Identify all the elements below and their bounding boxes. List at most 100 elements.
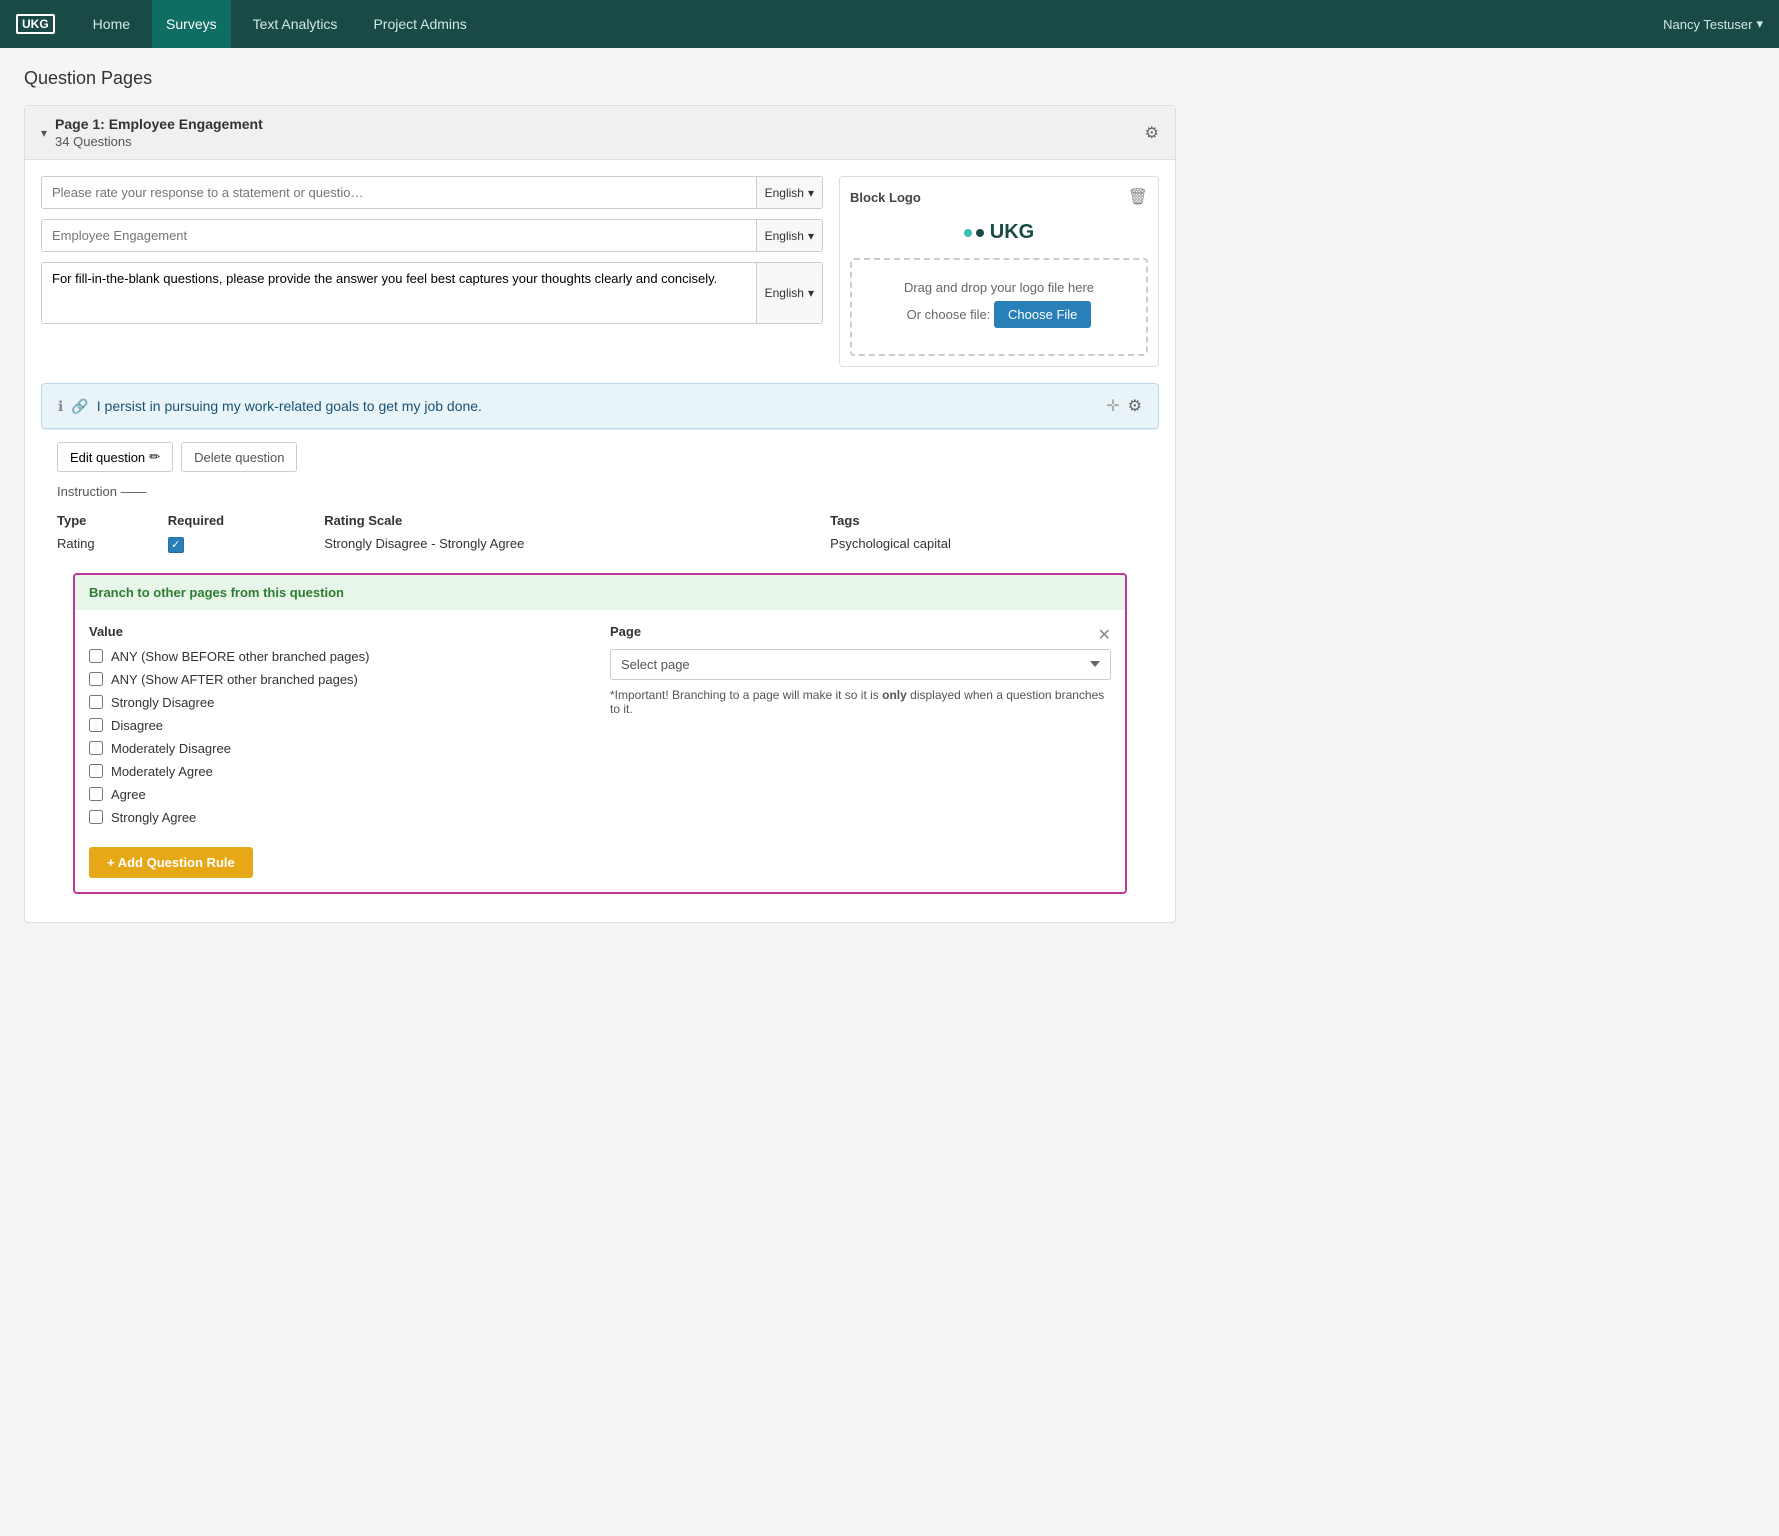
dot-teal [964, 229, 972, 237]
nav-surveys[interactable]: Surveys [152, 0, 231, 48]
page-label: Page 1: Employee Engagement [55, 116, 263, 132]
branch-note-part1: *Important! Branching to a page will mak… [610, 688, 882, 702]
ukg-dots [964, 229, 984, 237]
edit-panel: Edit question ✏ Delete question Instruct… [41, 429, 1159, 922]
branch-option-5: Moderately Agree [89, 764, 590, 779]
branch-option-1: ANY (Show AFTER other branched pages) [89, 672, 590, 687]
tags-col-header: Tags [830, 509, 1143, 532]
lang-label-3: English [765, 286, 804, 300]
navbar: UKG Home Surveys Text Analytics Project … [0, 0, 1779, 48]
branch-option-6: Agree [89, 787, 590, 802]
branch-col-value: Value ANY (Show BEFORE other branched pa… [89, 624, 590, 833]
nav-home[interactable]: Home [79, 0, 144, 48]
user-menu[interactable]: Nancy Testuser ▾ [1663, 16, 1763, 32]
textarea-fillblank[interactable]: For fill-in-the-blank questions, please … [42, 263, 756, 323]
ukg-logo: UKG [856, 221, 1142, 244]
card-header: ▾ Page 1: Employee Engagement 34 Questio… [25, 106, 1175, 160]
textarea-row: For fill-in-the-blank questions, please … [41, 262, 823, 324]
branch-checkbox-7[interactable] [89, 810, 103, 824]
page-select[interactable]: Select page [610, 649, 1111, 680]
lang-select-3[interactable]: English ▾ [756, 263, 822, 323]
nav-text-analytics[interactable]: Text Analytics [239, 0, 352, 48]
block-content: English ▾ English ▾ For fill-in-the-blan… [25, 160, 1175, 383]
branch-option-label-3: Disagree [111, 718, 163, 733]
branch-page-header: Page [610, 624, 641, 639]
branch-option-label-2: Strongly Disagree [111, 695, 214, 710]
logo-block-title: Block Logo [850, 190, 921, 205]
required-col-header: Required [168, 509, 324, 532]
dot-dark [976, 229, 984, 237]
branch-option-0: ANY (Show BEFORE other branched pages) [89, 649, 590, 664]
branch-note: *Important! Branching to a page will mak… [610, 688, 1111, 716]
branch-option-label-1: ANY (Show AFTER other branched pages) [111, 672, 358, 687]
input-row-1: English ▾ [41, 176, 823, 209]
branch-checkbox-4[interactable] [89, 741, 103, 755]
page-title: Question Pages [24, 68, 1176, 89]
edit-buttons: Edit question ✏ Delete question [57, 442, 1143, 472]
required-val: ✓ [168, 532, 324, 557]
required-checkbox[interactable]: ✓ [168, 537, 184, 553]
add-rule-row: + Add Question Rule [89, 847, 1111, 878]
logo-block: Block Logo 🗑 UKG Drag and d [839, 176, 1159, 367]
edit-question-button[interactable]: Edit question ✏ [57, 442, 173, 472]
nav-project-admins[interactable]: Project Admins [359, 0, 480, 48]
branch-checkbox-1[interactable] [89, 672, 103, 686]
drag-text: Drag and drop your logo file here [872, 280, 1126, 295]
lang-select-1[interactable]: English ▾ [756, 177, 822, 208]
branch-col-page: Page ✕ Select page *Important! Branching… [610, 624, 1111, 833]
lang-select-2[interactable]: English ▾ [756, 220, 822, 251]
ukg-text: UKG [990, 221, 1034, 244]
chevron-down-icon: ▾ [1756, 16, 1763, 32]
branch-checkbox-3[interactable] [89, 718, 103, 732]
branch-checkbox-2[interactable] [89, 695, 103, 709]
input-engagement[interactable] [42, 220, 756, 251]
branch-body: Value ANY (Show BEFORE other branched pa… [75, 610, 1125, 892]
question-item: ℹ 🔗 I persist in pursuing my work-relate… [41, 383, 1159, 429]
block-left: English ▾ English ▾ For fill-in-the-blan… [41, 176, 823, 367]
rating-scale-val: Strongly Disagree - Strongly Agree [324, 532, 830, 557]
branch-option-2: Strongly Disagree [89, 695, 590, 710]
chevron-down-icon: ▾ [808, 186, 814, 200]
branch-checkbox-6[interactable] [89, 787, 103, 801]
question-actions: ✛ ⚙ [1106, 396, 1142, 416]
meta-row: Rating ✓ Strongly Disagree - Strongly Ag… [57, 532, 1143, 557]
question-gear-icon[interactable]: ⚙ [1128, 396, 1142, 416]
logo-block-container: Block Logo 🗑 UKG Drag and d [839, 176, 1159, 367]
lang-label-1: English [765, 186, 804, 200]
branch-checkbox-0[interactable] [89, 649, 103, 663]
logo-drop-zone[interactable]: Drag and drop your logo file here Or cho… [850, 258, 1148, 356]
branch-note-bold: only [882, 688, 907, 702]
drag-icon[interactable]: ✛ [1106, 396, 1119, 416]
rating-scale-col-header: Rating Scale [324, 509, 830, 532]
question-section: ℹ 🔗 I persist in pursuing my work-relate… [41, 383, 1159, 922]
or-choose-text: Or choose file: Choose File [872, 301, 1126, 328]
logo-block-header: Block Logo 🗑 [850, 187, 1148, 207]
card-header-left: ▾ Page 1: Employee Engagement 34 Questio… [41, 116, 263, 149]
branch-option-label-7: Strongly Agree [111, 810, 196, 825]
branch-checkbox-5[interactable] [89, 764, 103, 778]
link-icon: 🔗 [71, 398, 88, 415]
add-question-rule-button[interactable]: + Add Question Rule [89, 847, 253, 878]
close-branch-button[interactable]: ✕ [1098, 628, 1111, 644]
choose-file-button[interactable]: Choose File [994, 301, 1091, 328]
branch-columns: Value ANY (Show BEFORE other branched pa… [89, 624, 1111, 833]
branch-option-4: Moderately Disagree [89, 741, 590, 756]
edit-question-label: Edit question [70, 450, 145, 465]
delete-question-button[interactable]: Delete question [181, 442, 297, 472]
chevron-down-icon: ▾ [808, 229, 814, 243]
branch-page-header-row: Page ✕ [610, 624, 1111, 649]
delete-logo-button[interactable]: 🗑 [1128, 187, 1148, 207]
logo-preview: UKG [850, 215, 1148, 250]
pencil-icon: ✏ [149, 449, 160, 465]
branch-option-label-4: Moderately Disagree [111, 741, 231, 756]
input-statement[interactable] [42, 177, 756, 208]
meta-table: Type Required Rating Scale Tags Rating ✓ [57, 509, 1143, 557]
question-left: ℹ 🔗 I persist in pursuing my work-relate… [58, 398, 482, 415]
question-text: I persist in pursuing my work-related go… [97, 398, 482, 414]
chevron-down-icon[interactable]: ▾ [41, 126, 47, 140]
user-name: Nancy Testuser [1663, 17, 1752, 32]
questions-count: 34 Questions [55, 134, 263, 149]
gear-icon[interactable]: ⚙ [1145, 123, 1159, 143]
branch-option-label-6: Agree [111, 787, 146, 802]
type-col-header: Type [57, 509, 168, 532]
